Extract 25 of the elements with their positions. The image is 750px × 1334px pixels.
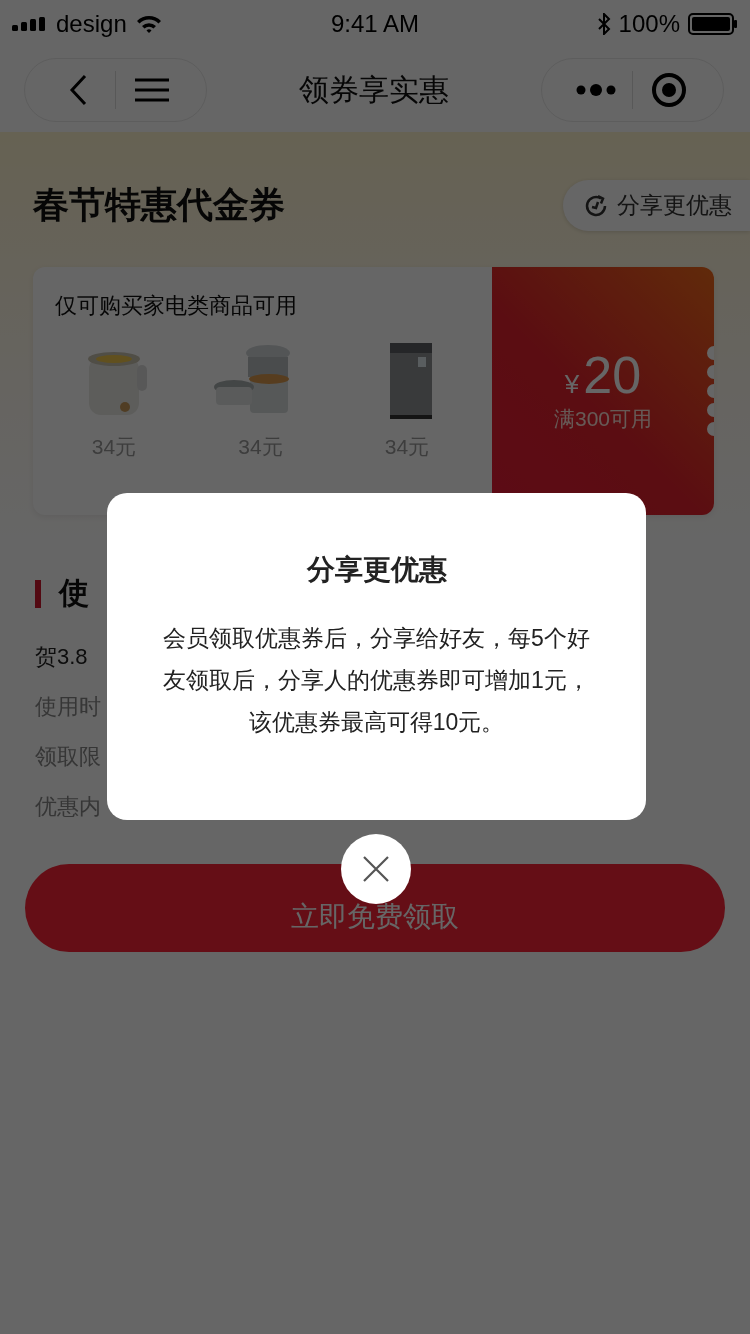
back-icon: [69, 74, 89, 106]
carrier-name: design: [56, 10, 127, 38]
status-time: 9:41 AM: [330, 10, 420, 38]
menu-icon: [135, 78, 169, 102]
close-icon: [362, 855, 390, 883]
share-icon: [583, 192, 609, 219]
coupon-title: 春节特惠代金券: [33, 183, 285, 227]
bluetooth-icon: [596, 13, 611, 35]
battery-icon: [688, 13, 738, 35]
claim-button[interactable]: 立即免费领取: [25, 864, 725, 952]
modal-title: 分享更优惠: [306, 553, 447, 587]
rule-text: 贺3.8: [35, 643, 88, 671]
currency-symbol: ¥: [564, 369, 580, 400]
share-button[interactable]: 分享更优惠: [563, 180, 750, 231]
coupon-condition: 满300可用: [553, 406, 652, 432]
heading-marker: [35, 579, 41, 608]
page-title: 领券享实惠: [299, 71, 449, 108]
section-heading: 使: [59, 575, 89, 611]
signal-icon: [12, 17, 46, 31]
more-icon: [576, 83, 616, 97]
target-icon: [651, 72, 687, 108]
coupon-scope: 仅可购买家电类商品可用: [55, 292, 298, 320]
battery-percent: 100%: [618, 10, 680, 38]
modal-text: 会员领取优惠券后，分享给好友，每5个好友领取后，分享人的优惠券即可增加1元，该优惠券最高可得10元。: [162, 624, 591, 737]
coupon-amount: 20: [583, 349, 642, 401]
